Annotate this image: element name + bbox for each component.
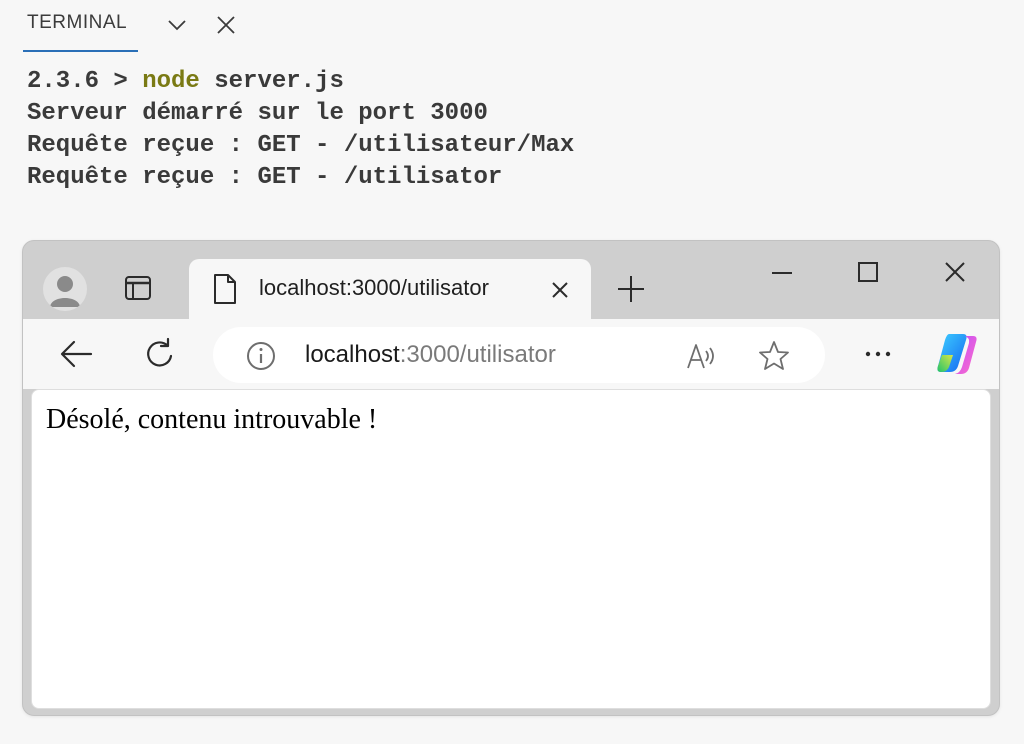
page-icon: [211, 273, 239, 305]
terminal-output: 2.3.6 > node server.js Serveur démarré s…: [27, 66, 574, 194]
copilot-icon[interactable]: [933, 331, 981, 377]
favorite-star-icon[interactable]: [757, 339, 791, 373]
tab-terminal[interactable]: TERMINAL: [23, 12, 138, 52]
terminal-command-args: server.js: [199, 68, 344, 95]
minimize-icon[interactable]: [765, 257, 799, 291]
chevron-down-icon[interactable]: [164, 12, 190, 38]
terminal-header: TERMINAL: [0, 0, 1024, 52]
browser-tab-bar: localhost:3000/utilisator: [23, 241, 999, 319]
maximize-icon[interactable]: [851, 257, 885, 291]
more-icon[interactable]: [859, 335, 897, 373]
tab-title: localhost:3000/utilisator: [259, 275, 489, 300]
address-url: localhost:3000/utilisator: [305, 341, 556, 369]
plus-icon[interactable]: [613, 271, 649, 307]
profile-icon[interactable]: [43, 267, 87, 311]
back-icon[interactable]: [57, 335, 95, 373]
terminal-output-line: Requête reçue : GET - /utilisator: [27, 164, 503, 191]
page-message: Désolé, contenu introuvable !: [46, 404, 378, 435]
page-content: Désolé, contenu introuvable !: [31, 389, 991, 709]
close-icon[interactable]: [938, 257, 972, 291]
refresh-icon[interactable]: [141, 335, 179, 373]
browser-toolbar: localhost:3000/utilisator: [23, 319, 999, 389]
url-host: localhost: [305, 341, 400, 368]
terminal-output-line: Requête reçue : GET - /utilisateur/Max: [27, 132, 575, 159]
terminal-command-keyword: node: [142, 68, 200, 95]
url-path: :3000/utilisator: [399, 341, 556, 368]
terminal-command-line: 2.3.6 > node server.js: [27, 66, 574, 98]
info-icon[interactable]: [245, 340, 277, 372]
terminal-output-line: Serveur démarré sur le port 3000: [27, 100, 488, 127]
browser-window: localhost:3000/utilisator localhost:3000…: [22, 240, 1000, 716]
browser-tab[interactable]: localhost:3000/utilisator: [189, 259, 591, 319]
terminal-prompt: 2.3.6 >: [27, 68, 143, 95]
close-icon[interactable]: [547, 277, 573, 303]
tab-terminal-label: TERMINAL: [27, 12, 128, 33]
active-tab-indicator: [23, 50, 138, 52]
read-aloud-icon[interactable]: [685, 339, 719, 373]
close-icon[interactable]: [213, 12, 239, 38]
tab-actions-icon[interactable]: [121, 271, 155, 305]
address-bar[interactable]: localhost:3000/utilisator: [213, 327, 825, 383]
